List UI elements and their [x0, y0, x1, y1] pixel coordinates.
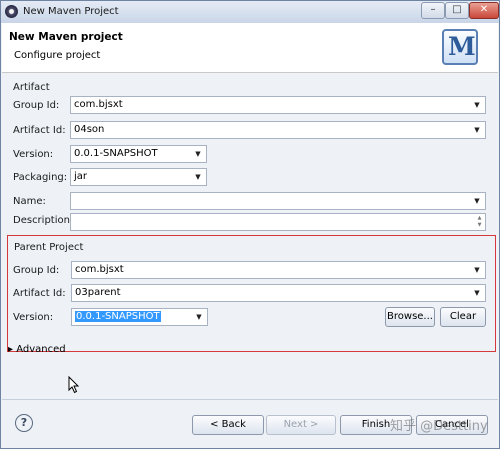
maximize-button[interactable]: □	[445, 2, 469, 19]
eclipse-app-icon	[5, 5, 18, 18]
version-value: 0.0.1-SNAPSHOT	[74, 148, 158, 159]
parent-group-id-combo[interactable]: com.bjsxt ▼	[71, 261, 486, 279]
clear-button[interactable]: Clear	[440, 307, 486, 327]
name-combo[interactable]: ▼	[70, 192, 486, 210]
browse-button[interactable]: Browse...	[385, 307, 435, 327]
header-banner: New Maven project Configure project M	[2, 23, 498, 73]
artifact-id-combo[interactable]: 04son ▼	[70, 121, 486, 139]
minimize-button[interactable]: –	[421, 2, 445, 19]
description-textarea[interactable]: ▲ ▼	[70, 213, 486, 231]
back-button[interactable]: < Back	[192, 415, 264, 435]
parent-version-combo[interactable]: 0.0.1-SNAPSHOT ▼	[71, 308, 208, 326]
group-id-label: Group Id:	[13, 100, 60, 111]
dropdown-arrow-icon[interactable]: ▼	[192, 169, 204, 185]
artifact-id-label: Artifact Id:	[13, 125, 66, 136]
page-title: New Maven project	[9, 31, 123, 43]
parent-version-value-wrap: 0.0.1-SNAPSHOT	[75, 309, 161, 325]
parent-version-value[interactable]: 0.0.1-SNAPSHOT	[75, 311, 161, 322]
advanced-label[interactable]: Advanced	[16, 344, 65, 355]
parent-project-group: Parent Project Group Id: com.bjsxt ▼ Art…	[7, 235, 496, 352]
dropdown-arrow-icon[interactable]: ▼	[471, 97, 483, 113]
maven-logo-icon: M	[442, 29, 478, 65]
dropdown-arrow-icon[interactable]: ▼	[471, 262, 483, 278]
expand-arrow-icon[interactable]: ▸	[8, 344, 13, 355]
description-label: Description:	[13, 215, 74, 226]
dialog-window: New Maven Project – □ ✕ New Maven projec…	[0, 0, 500, 449]
parent-artifact-id-value: 03parent	[75, 287, 121, 298]
artifact-id-value: 04son	[74, 124, 105, 135]
dropdown-arrow-icon[interactable]: ▼	[471, 285, 483, 301]
group-id-combo[interactable]: com.bjsxt ▼	[70, 96, 486, 114]
version-label: Version:	[13, 149, 54, 160]
watermark-text: 知乎 @Desttiny	[390, 419, 488, 434]
packaging-combo[interactable]: jar ▼	[70, 168, 207, 186]
parent-group-id-value: com.bjsxt	[75, 264, 124, 275]
dropdown-arrow-icon[interactable]: ▼	[471, 122, 483, 138]
scroll-down-icon[interactable]: ▼	[475, 222, 484, 229]
parent-version-label: Version:	[13, 312, 54, 323]
parent-artifact-id-combo[interactable]: 03parent ▼	[71, 284, 486, 302]
next-button[interactable]: Next >	[266, 415, 336, 435]
version-combo[interactable]: 0.0.1-SNAPSHOT ▼	[70, 145, 207, 163]
packaging-label: Packaging:	[13, 172, 68, 183]
description-scrollbar[interactable]: ▲ ▼	[475, 215, 484, 229]
maven-logo-letter: M	[448, 32, 476, 61]
packaging-value: jar	[74, 171, 88, 182]
parent-group-title: Parent Project	[14, 242, 84, 253]
close-button[interactable]: ✕	[469, 2, 499, 19]
artifact-group-title: Artifact	[13, 82, 50, 93]
group-id-value: com.bjsxt	[74, 99, 123, 110]
form-area: Artifact Group Id: com.bjsxt ▼ Artifact …	[2, 74, 498, 399]
scroll-up-icon[interactable]: ▲	[475, 215, 484, 222]
button-bar: ? < Back Next > Finish Cancel 知乎 @Destti…	[2, 400, 498, 448]
name-label: Name:	[13, 196, 46, 207]
parent-group-id-label: Group Id:	[13, 265, 60, 276]
parent-artifact-id-label: Artifact Id:	[13, 288, 66, 299]
page-subtitle: Configure project	[14, 50, 101, 61]
title-bar[interactable]: New Maven Project – □ ✕	[1, 1, 499, 23]
window-title: New Maven Project	[23, 6, 119, 17]
help-icon[interactable]: ?	[15, 414, 33, 432]
advanced-section-toggle[interactable]: ▸ Advanced	[8, 344, 66, 355]
dropdown-arrow-icon[interactable]: ▼	[471, 193, 483, 209]
dropdown-arrow-icon[interactable]: ▼	[193, 309, 205, 325]
mouse-cursor-icon	[68, 376, 80, 394]
dropdown-arrow-icon[interactable]: ▼	[192, 146, 204, 162]
